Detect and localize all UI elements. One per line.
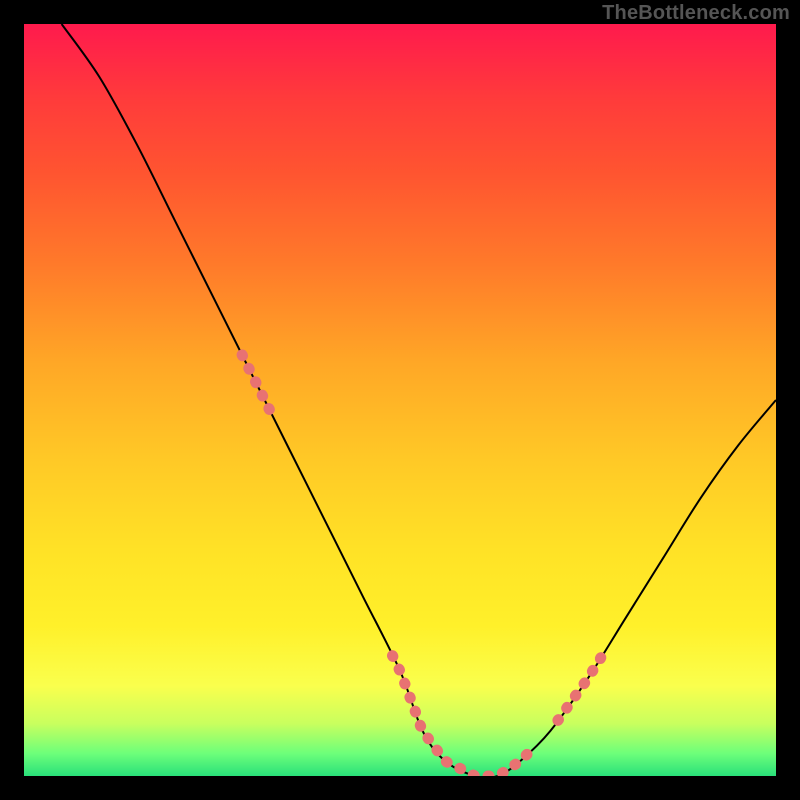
highlight-segments [242, 355, 603, 776]
bottleneck-curve [62, 24, 776, 776]
curve-svg [24, 24, 776, 776]
watermark-text: TheBottleneck.com [602, 2, 790, 25]
curve-path [62, 24, 776, 776]
highlight-segment [392, 656, 535, 776]
chart-frame: TheBottleneck.com [0, 0, 800, 800]
highlight-segment [242, 355, 272, 415]
plot-area [24, 24, 776, 776]
